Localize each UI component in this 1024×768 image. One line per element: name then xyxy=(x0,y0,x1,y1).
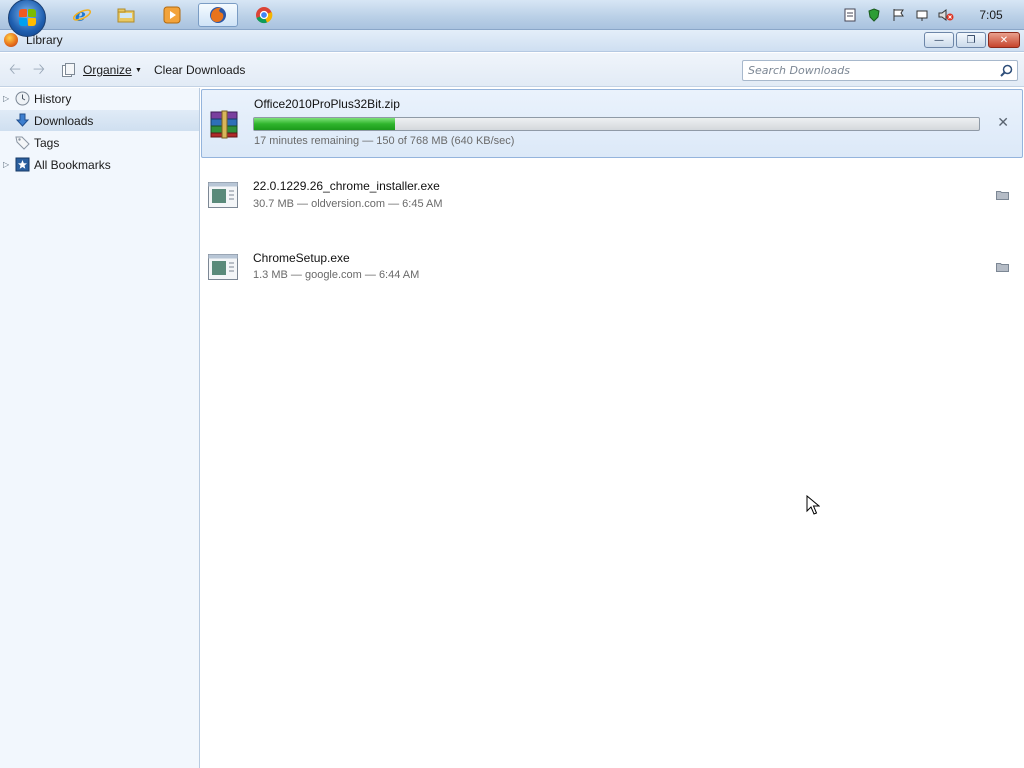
download-item-active[interactable]: Office2010ProPlus32Bit.zip 17 minutes re… xyxy=(201,89,1023,158)
download-filename: ChromeSetup.exe xyxy=(253,251,350,265)
download-filename: Office2010ProPlus32Bit.zip xyxy=(254,97,400,111)
download-status: 17 minutes remaining — 150 of 768 MB (64… xyxy=(254,135,515,147)
search-icon[interactable] xyxy=(1000,64,1013,77)
expand-arrow-icon[interactable]: ▷ xyxy=(3,160,13,169)
download-status: 1.3 MB — google.com — 6:44 AM xyxy=(253,269,420,281)
taskbar-ie-button[interactable]: e xyxy=(64,3,100,27)
download-item[interactable]: 22.0.1229.26_chrome_installer.exe 30.7 M… xyxy=(201,172,1023,228)
system-tray: 7:05 xyxy=(838,0,1024,30)
firefox-icon xyxy=(210,7,226,23)
download-item[interactable]: ChromeSetup.exe 1.3 MB — google.com — 6:… xyxy=(201,244,1023,300)
window-titlebar[interactable]: Library — ❐ ✕ xyxy=(0,30,1024,52)
clock-icon xyxy=(14,91,30,107)
network-icon[interactable] xyxy=(914,7,930,23)
library-sidebar: ▷ History Downloads Tags ▷ All Bookmarks xyxy=(0,88,200,768)
clear-downloads-button[interactable]: Clear Downloads xyxy=(154,63,245,77)
close-icon: ✕ xyxy=(997,114,1009,130)
internet-explorer-icon: e xyxy=(72,6,92,25)
folder-icon[interactable] xyxy=(996,262,1009,272)
sidebar-item-all-bookmarks[interactable]: ▷ All Bookmarks xyxy=(0,154,199,175)
search-input[interactable] xyxy=(743,61,993,80)
svg-text:e: e xyxy=(75,6,86,25)
bookmark-star-icon xyxy=(14,157,30,173)
restore-icon: ❐ xyxy=(966,34,976,46)
firefox-icon xyxy=(4,33,18,47)
organize-button[interactable]: Organize ▼ xyxy=(83,63,142,77)
cancel-download-button[interactable]: ✕ xyxy=(997,114,1009,131)
forward-arrow-icon: 🡢 xyxy=(32,61,46,78)
winrar-archive-icon xyxy=(210,110,238,139)
taskbar-media-player-button[interactable] xyxy=(154,3,190,27)
download-arrow-icon xyxy=(14,113,30,129)
executable-icon xyxy=(208,182,238,208)
file-explorer-icon xyxy=(117,8,135,23)
taskbar-chrome-button[interactable] xyxy=(246,3,282,27)
clock[interactable]: 7:05 xyxy=(958,8,1024,22)
minimize-icon: — xyxy=(934,34,944,46)
forward-button[interactable]: 🡢 xyxy=(31,62,47,78)
expand-arrow-icon[interactable]: ▷ xyxy=(3,94,13,103)
minimize-button[interactable]: — xyxy=(924,32,954,48)
progress-fill xyxy=(254,118,396,130)
sidebar-item-label: Tags xyxy=(34,135,60,150)
chrome-icon xyxy=(256,7,273,24)
taskbar-explorer-button[interactable] xyxy=(108,3,144,27)
organize-icon xyxy=(62,63,75,77)
sidebar-item-label: History xyxy=(34,91,72,106)
taskbar: e 7:05 xyxy=(0,0,1024,37)
organize-label: Organize xyxy=(83,63,132,77)
action-center-flag-icon[interactable] xyxy=(890,7,906,23)
back-arrow-icon: 🡠 xyxy=(8,61,22,78)
dropdown-arrow-icon: ▼ xyxy=(135,67,142,74)
sidebar-item-label: All Bookmarks xyxy=(34,157,111,172)
executable-icon xyxy=(208,254,238,280)
folder-icon[interactable] xyxy=(996,190,1009,200)
sidebar-item-label: Downloads xyxy=(34,113,94,128)
close-icon: ✕ xyxy=(999,34,1009,46)
notepad-tray-icon[interactable] xyxy=(842,7,858,23)
sidebar-item-downloads[interactable]: Downloads xyxy=(0,110,199,131)
windows-logo-icon xyxy=(19,9,37,27)
download-progress-bar xyxy=(253,117,980,131)
sidebar-item-history[interactable]: ▷ History xyxy=(0,88,199,109)
back-button[interactable]: 🡠 xyxy=(7,62,23,78)
tag-icon xyxy=(14,135,30,151)
restore-button[interactable]: ❐ xyxy=(956,32,986,48)
mouse-cursor-icon xyxy=(806,495,820,515)
start-button[interactable] xyxy=(8,0,46,37)
search-box[interactable] xyxy=(742,60,1018,81)
volume-muted-icon[interactable] xyxy=(938,7,954,23)
close-button[interactable]: ✕ xyxy=(988,32,1020,48)
security-shield-icon[interactable] xyxy=(866,7,882,23)
sidebar-item-tags[interactable]: Tags xyxy=(0,132,199,153)
download-status: 30.7 MB — oldversion.com — 6:45 AM xyxy=(253,198,443,210)
library-toolbar: 🡠 🡢 Organize ▼ Clear Downloads xyxy=(0,53,1024,87)
media-player-icon xyxy=(163,6,181,24)
download-filename: 22.0.1229.26_chrome_installer.exe xyxy=(253,179,440,193)
taskbar-firefox-button[interactable] xyxy=(198,3,238,27)
